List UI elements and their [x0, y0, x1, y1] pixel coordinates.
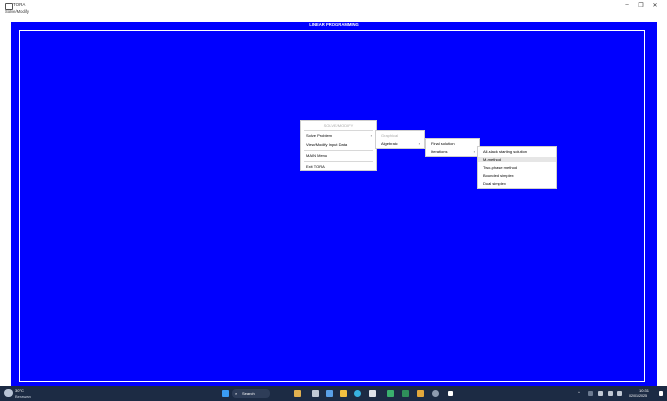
main-frame: LINEAR PROGRAMMING — [11, 22, 657, 386]
menu-item-exit[interactable]: Exit TORA — [301, 164, 376, 169]
menu-item-label: Algebraic — [381, 141, 398, 146]
notification-icon[interactable] — [659, 391, 663, 396]
taskbar: 30°C Berawan ⌕ Search ^ 10:31 02/01/2025 — [0, 386, 667, 401]
app-icon[interactable] — [417, 390, 424, 397]
solve-modify-menu: SOLVE/MODIFY Solve Problem › View/Modify… — [300, 120, 377, 171]
menu-item-view-modify[interactable]: View/Modify Input Data — [301, 142, 376, 147]
tray-icon[interactable] — [588, 391, 593, 396]
inner-border — [19, 30, 645, 382]
algebraic-submenu: Final solution Iterations › — [425, 138, 480, 157]
tora-taskbar-icon[interactable] — [448, 391, 453, 396]
taskview-icon[interactable] — [312, 390, 319, 397]
app-icon[interactable] — [402, 390, 409, 397]
menu-item-all-slack[interactable]: All-slack starting solution — [478, 149, 556, 154]
search-icon: ⌕ — [235, 391, 238, 396]
network-icon[interactable] — [598, 391, 603, 396]
clock-date[interactable]: 02/01/2025 — [629, 394, 647, 398]
wifi-icon[interactable] — [608, 391, 613, 396]
menu-item-m-method[interactable]: M-method — [478, 157, 556, 162]
menu-divider — [304, 150, 373, 151]
chevron-right-icon: › — [370, 133, 372, 138]
browser-icon[interactable] — [354, 390, 361, 397]
solve-problem-submenu: Graphical Algebraic › — [375, 130, 425, 149]
weather-icon — [4, 389, 13, 397]
window-title: TORA — [13, 2, 26, 7]
app-icon[interactable] — [326, 390, 333, 397]
frame-title: LINEAR PROGRAMMING — [309, 22, 359, 27]
menu-divider — [304, 130, 373, 131]
chevron-right-icon: › — [473, 149, 475, 154]
menu-header: SOLVE/MODIFY — [323, 123, 354, 128]
app-icon[interactable] — [387, 390, 394, 397]
iterations-submenu: All-slack starting solution M-method Two… — [477, 146, 557, 189]
menu-item-two-phase[interactable]: Two-phase method — [478, 165, 556, 170]
folder-icon[interactable] — [340, 390, 347, 397]
close-button[interactable]: ✕ — [650, 2, 660, 9]
menu-solve-modify[interactable]: Solve/Modify — [5, 9, 29, 14]
store-icon[interactable] — [369, 390, 376, 397]
menu-item-main-menu[interactable]: MAIN Menu — [301, 153, 376, 158]
menu-item-bounded-simplex[interactable]: Bounded simplex — [478, 173, 556, 178]
search-label: Search — [242, 391, 255, 396]
menu-item-iterations[interactable]: Iterations › — [426, 149, 479, 156]
maximize-button[interactable]: ❐ — [636, 2, 646, 9]
menu-item-solve-problem[interactable]: Solve Problem › — [301, 133, 376, 140]
start-icon[interactable] — [222, 390, 229, 397]
settings-icon[interactable] — [432, 390, 439, 397]
menu-item-graphical: Graphical — [381, 133, 399, 138]
menu-item-algebraic[interactable]: Algebraic › — [376, 141, 424, 148]
menu-item-label: Iterations — [431, 149, 448, 154]
minimize-button[interactable]: – — [622, 2, 632, 8]
weather-temp: 30°C — [15, 388, 24, 393]
clock-time[interactable]: 10:31 — [639, 388, 649, 393]
chevron-up-icon[interactable]: ^ — [578, 390, 580, 395]
search-box[interactable]: ⌕ Search — [232, 389, 270, 398]
menu-divider — [304, 161, 373, 162]
chevron-right-icon: › — [418, 141, 420, 146]
weather-desc: Berawan — [15, 394, 31, 399]
title-bar: TORA Solve/Modify – ❐ ✕ — [0, 0, 667, 18]
volume-icon[interactable] — [617, 391, 622, 396]
widget-icon[interactable] — [294, 390, 301, 397]
menu-item-final-solution[interactable]: Final solution — [426, 141, 479, 146]
menu-item-dual-simplex[interactable]: Dual simplex — [478, 181, 556, 186]
menu-item-label: Solve Problem — [306, 133, 333, 138]
